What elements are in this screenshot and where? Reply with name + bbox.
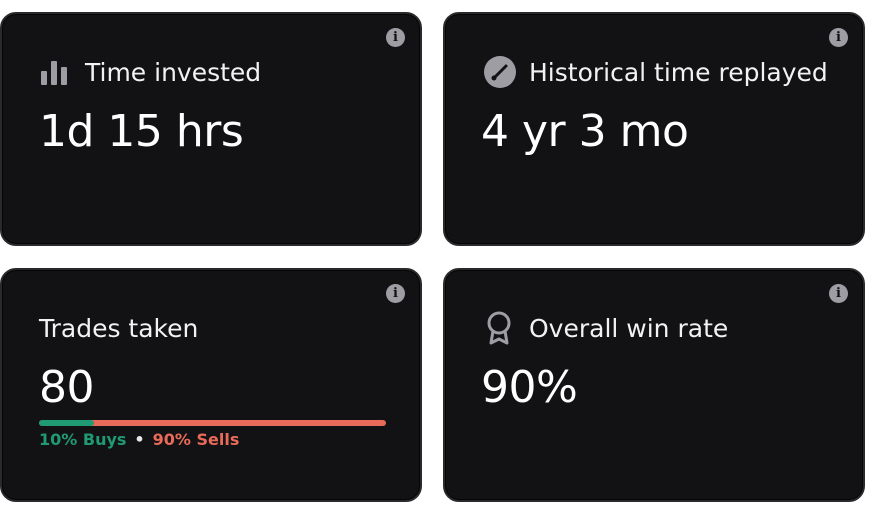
historical-time-card: i Historical time replayed 4 yr 3 mo [443, 12, 865, 246]
card-title: Time invested [85, 57, 262, 87]
sells-label: 90% Sells [152, 430, 240, 449]
buy-sell-split-bar [39, 420, 386, 426]
award-ribbon-icon [483, 311, 517, 345]
card-value: 1d 15 hrs [39, 106, 244, 157]
buy-sell-legend: 10% Buys • 90% Sells [39, 430, 239, 449]
gauge-icon [483, 55, 517, 89]
buys-label: 10% Buys [39, 430, 127, 449]
bar-chart-icon [39, 55, 73, 89]
trades-taken-card: i Trades taken 80 10% Buys • 90% Sells [0, 268, 422, 502]
card-header: Trades taken [39, 310, 198, 346]
card-header: Historical time replayed [483, 54, 828, 90]
time-invested-card: i Time invested 1d 15 hrs [0, 12, 422, 246]
card-title: Trades taken [39, 313, 199, 343]
card-header: Overall win rate [483, 310, 728, 346]
info-icon[interactable]: i [386, 284, 405, 303]
card-value: 90% [481, 362, 578, 413]
card-value: 80 [39, 362, 95, 413]
info-icon[interactable]: i [386, 28, 405, 47]
card-title: Overall win rate [529, 313, 729, 343]
info-icon[interactable]: i [829, 28, 848, 47]
separator-dot: • [134, 430, 145, 449]
win-rate-card: i Overall win rate 90% [443, 268, 865, 502]
info-icon[interactable]: i [829, 284, 848, 303]
card-value: 4 yr 3 mo [481, 106, 689, 157]
buy-share-fill [39, 420, 94, 426]
card-title: Historical time replayed [529, 57, 828, 87]
card-header: Time invested [39, 54, 261, 90]
